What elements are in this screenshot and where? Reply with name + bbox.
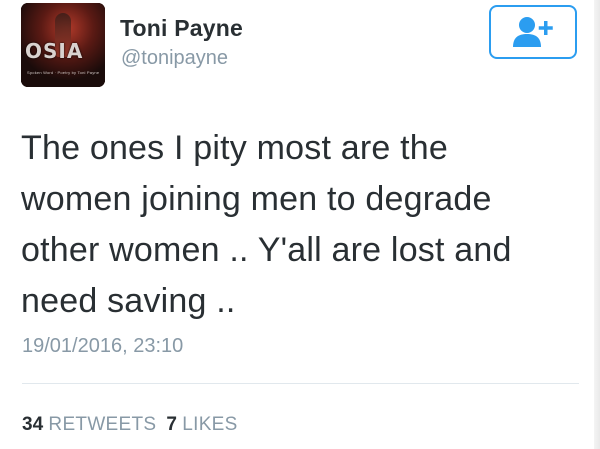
avatar-logo-text: OSIA — [25, 39, 84, 63]
likes-label: LIKES — [182, 414, 238, 435]
tweet-timestamp[interactable]: 19/01/2016, 23:10 — [22, 335, 183, 358]
likes-count: 7 — [166, 414, 177, 435]
tweet-text-line: other women .. Y'all are lost and — [21, 231, 512, 269]
display-name[interactable]: Toni Payne — [120, 15, 243, 42]
scroll-edge — [594, 0, 600, 449]
tweet-card: OSIA Spoken Word · Poetry by Toni Payne … — [0, 0, 600, 449]
retweets-label: RETWEETS — [48, 414, 157, 435]
tweet-text-line: need saving .. — [21, 282, 236, 320]
tweet-text-line: The ones I pity most are the — [21, 129, 449, 167]
user-handle[interactable]: @tonipayne — [121, 47, 228, 70]
avatar[interactable]: OSIA Spoken Word · Poetry by Toni Payne — [21, 3, 105, 87]
retweets-count: 34 — [22, 414, 44, 435]
tweet-text-line: women joining men to degrade — [21, 180, 492, 218]
add-user-icon — [513, 17, 553, 47]
follow-button[interactable] — [489, 5, 577, 59]
avatar-tagline: Spoken Word · Poetry by Toni Payne — [27, 70, 100, 75]
divider — [22, 383, 579, 384]
tweet-stats: 34 RETWEETS 7 LIKES — [22, 414, 238, 436]
retweets-stat[interactable]: 34 RETWEETS — [22, 414, 156, 435]
tweet-text: The ones I pity most are the women joini… — [21, 123, 581, 327]
likes-stat[interactable]: 7 LIKES — [166, 414, 237, 435]
